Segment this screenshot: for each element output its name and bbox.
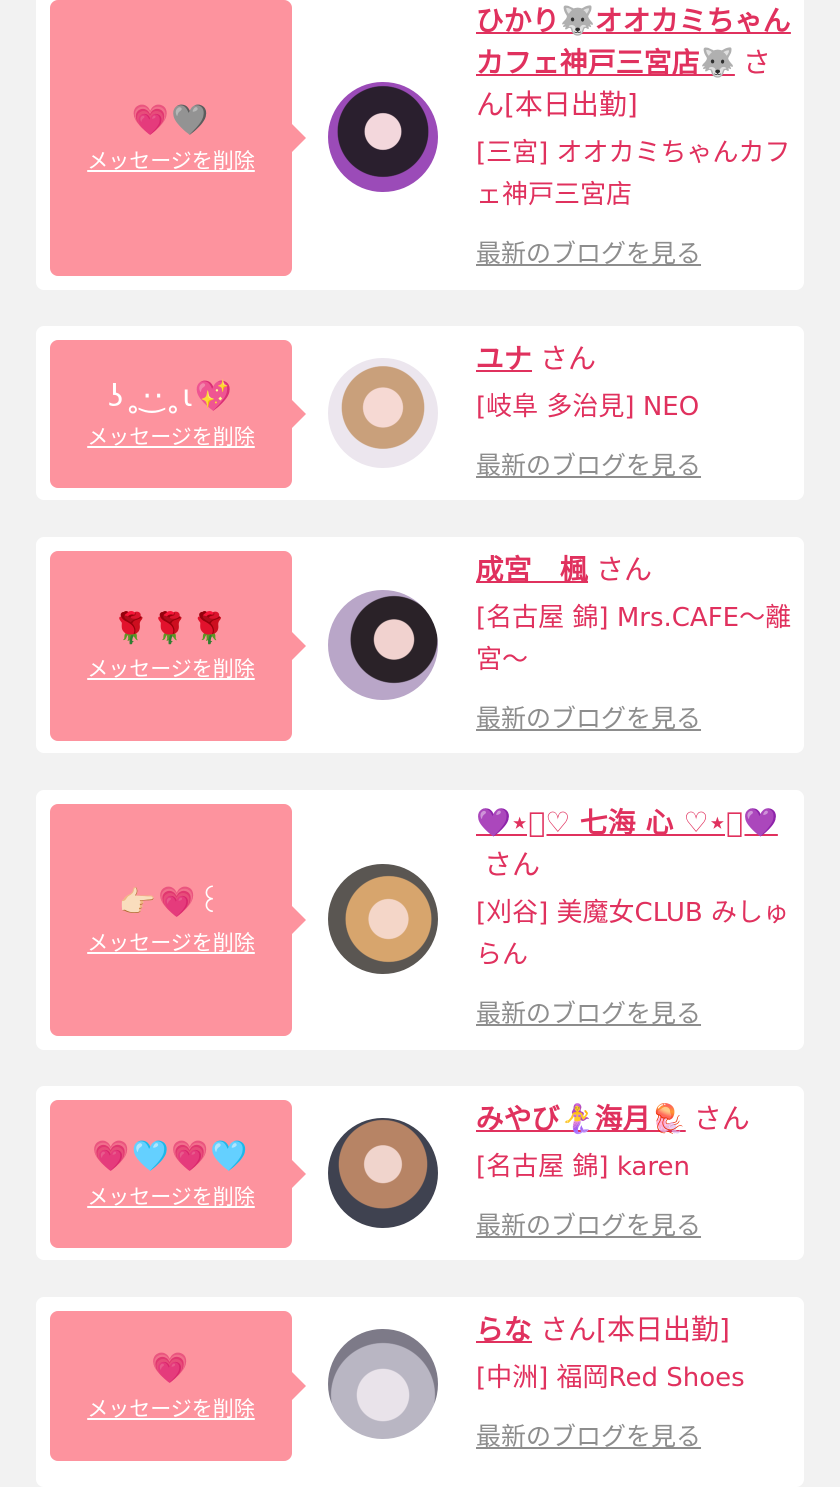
shop-label: [三宮] オオカミちゃんカフェ神戸三宮店 (476, 138, 791, 210)
avatar[interactable] (328, 1118, 438, 1228)
cast-suffix: さん (596, 553, 653, 586)
message-bubble: 🌹🌹🌹 メッセージを削除 (50, 551, 306, 741)
cast-name-line: らな さん[本日出勤] (476, 1309, 796, 1351)
message-card: ʖ˳·͜·˳ɩ💖 メッセージを削除 ユナ さん [岐阜 多治見] NEO 最新のブ… (36, 326, 804, 500)
avatar[interactable] (328, 82, 438, 192)
message-bubble: 💗 メッセージを削除 (50, 1311, 306, 1461)
cast-name-line: 💜⋆͛♡ 七海 心 ♡⋆͛💜 さん (476, 802, 796, 886)
message-card: 💗🩵💗🩵 メッセージを削除 みやび🧜‍♀️海月🪼 さん [名古屋 錦] karen… (36, 1086, 804, 1260)
cast-name-link[interactable]: みやび🧜‍♀️海月🪼 (476, 1102, 686, 1135)
delete-message-link[interactable]: メッセージを削除 (87, 653, 255, 683)
cast-info: 💜⋆͛♡ 七海 心 ♡⋆͛💜 さん [刈谷] 美魔女CLUB みしゅらん 最新のブ… (476, 802, 796, 1030)
delete-message-link[interactable]: メッセージを削除 (87, 1393, 255, 1423)
shop-label: [中洲] 福岡Red Shoes (476, 1363, 745, 1393)
latest-blog-link[interactable]: 最新のブログを見る (476, 994, 701, 1030)
latest-blog-link[interactable]: 最新のブログを見る (476, 699, 701, 735)
message-bubble: 👉🏻💗꒰ メッセージを削除 (50, 804, 306, 1036)
message-card: 👉🏻💗꒰ メッセージを削除 💜⋆͛♡ 七海 心 ♡⋆͛💜 さん [刈谷] 美魔女C… (36, 790, 804, 1050)
cast-info: 成宮 楓さん [名古屋 錦] Mrs.CAFE〜離宮〜 最新のブログを見る (476, 549, 796, 735)
delete-message-link[interactable]: メッセージを削除 (87, 927, 255, 957)
cast-info: ユナ さん [岐阜 多治見] NEO 最新のブログを見る (476, 338, 796, 482)
delete-message-link[interactable]: メッセージを削除 (87, 421, 255, 451)
message-emoji: ʖ˳·͜·˳ɩ💖 (108, 379, 234, 414)
message-bubble: ʖ˳·͜·˳ɩ💖 メッセージを削除 (50, 340, 306, 488)
delete-message-link[interactable]: メッセージを削除 (87, 1181, 255, 1211)
message-emoji: 🌹🌹🌹 (111, 611, 231, 646)
cast-name-line: ユナ さん (476, 338, 796, 380)
cast-suffix: さん (484, 848, 541, 881)
cast-name-line: みやび🧜‍♀️海月🪼 さん (476, 1098, 796, 1140)
message-emoji: 💗🩶 (131, 103, 211, 138)
cast-info: ひかり🐺オオカミちゃんカフェ神戸三宮店🐺 さん[本日出勤] [三宮] オオカミちゃ… (476, 0, 796, 270)
cast-suffix: さん (693, 1102, 750, 1135)
latest-blog-link[interactable]: 最新のブログを見る (476, 234, 701, 270)
message-bubble: 💗🩶 メッセージを削除 (50, 0, 306, 276)
cast-name-line: ひかり🐺オオカミちゃんカフェ神戸三宮店🐺 さん[本日出勤] (476, 0, 796, 126)
message-emoji: 💗🩵💗🩵 (92, 1139, 250, 1174)
avatar[interactable] (328, 590, 438, 700)
shop-label: [刈谷] 美魔女CLUB みしゅらん (476, 898, 790, 970)
cast-suffix: さん (540, 342, 597, 375)
avatar[interactable] (328, 864, 438, 974)
shop-label: [名古屋 錦] karen (476, 1152, 690, 1182)
avatar[interactable] (328, 358, 438, 468)
message-emoji: 👉🏻💗꒰ (118, 885, 224, 920)
latest-blog-link[interactable]: 最新のブログを見る (476, 1206, 701, 1242)
message-card: 🌹🌹🌹 メッセージを削除 成宮 楓さん [名古屋 錦] Mrs.CAFE〜離宮〜… (36, 537, 804, 753)
shop-label: [岐阜 多治見] NEO (476, 392, 700, 422)
avatar[interactable] (328, 1329, 438, 1439)
message-card: 💗🩶 メッセージを削除 ひかり🐺オオカミちゃんカフェ神戸三宮店🐺 さん[本日出勤]… (36, 0, 804, 290)
message-bubble: 💗🩵💗🩵 メッセージを削除 (50, 1100, 306, 1248)
cast-name-link[interactable]: らな (476, 1313, 532, 1346)
cast-name-link[interactable]: ユナ (476, 342, 532, 375)
cast-suffix: さん[本日出勤] (540, 1313, 730, 1346)
message-emoji: 💗 (151, 1351, 191, 1386)
delete-message-link[interactable]: メッセージを削除 (87, 145, 255, 175)
cast-name-line: 成宮 楓さん (476, 549, 796, 591)
cast-name-link[interactable]: 成宮 楓 (476, 553, 588, 586)
cast-name-link[interactable]: 💜⋆͛♡ 七海 心 ♡⋆͛💜 (476, 806, 778, 839)
cast-info: らな さん[本日出勤] [中洲] 福岡Red Shoes 最新のブログを見る (476, 1309, 796, 1453)
message-card: 💗 メッセージを削除 らな さん[本日出勤] [中洲] 福岡Red Shoes 最… (36, 1297, 804, 1487)
cast-info: みやび🧜‍♀️海月🪼 さん [名古屋 錦] karen 最新のブログを見る (476, 1098, 796, 1242)
shop-label: [名古屋 錦] Mrs.CAFE〜離宮〜 (476, 603, 792, 675)
latest-blog-link[interactable]: 最新のブログを見る (476, 1417, 701, 1453)
latest-blog-link[interactable]: 最新のブログを見る (476, 446, 701, 482)
